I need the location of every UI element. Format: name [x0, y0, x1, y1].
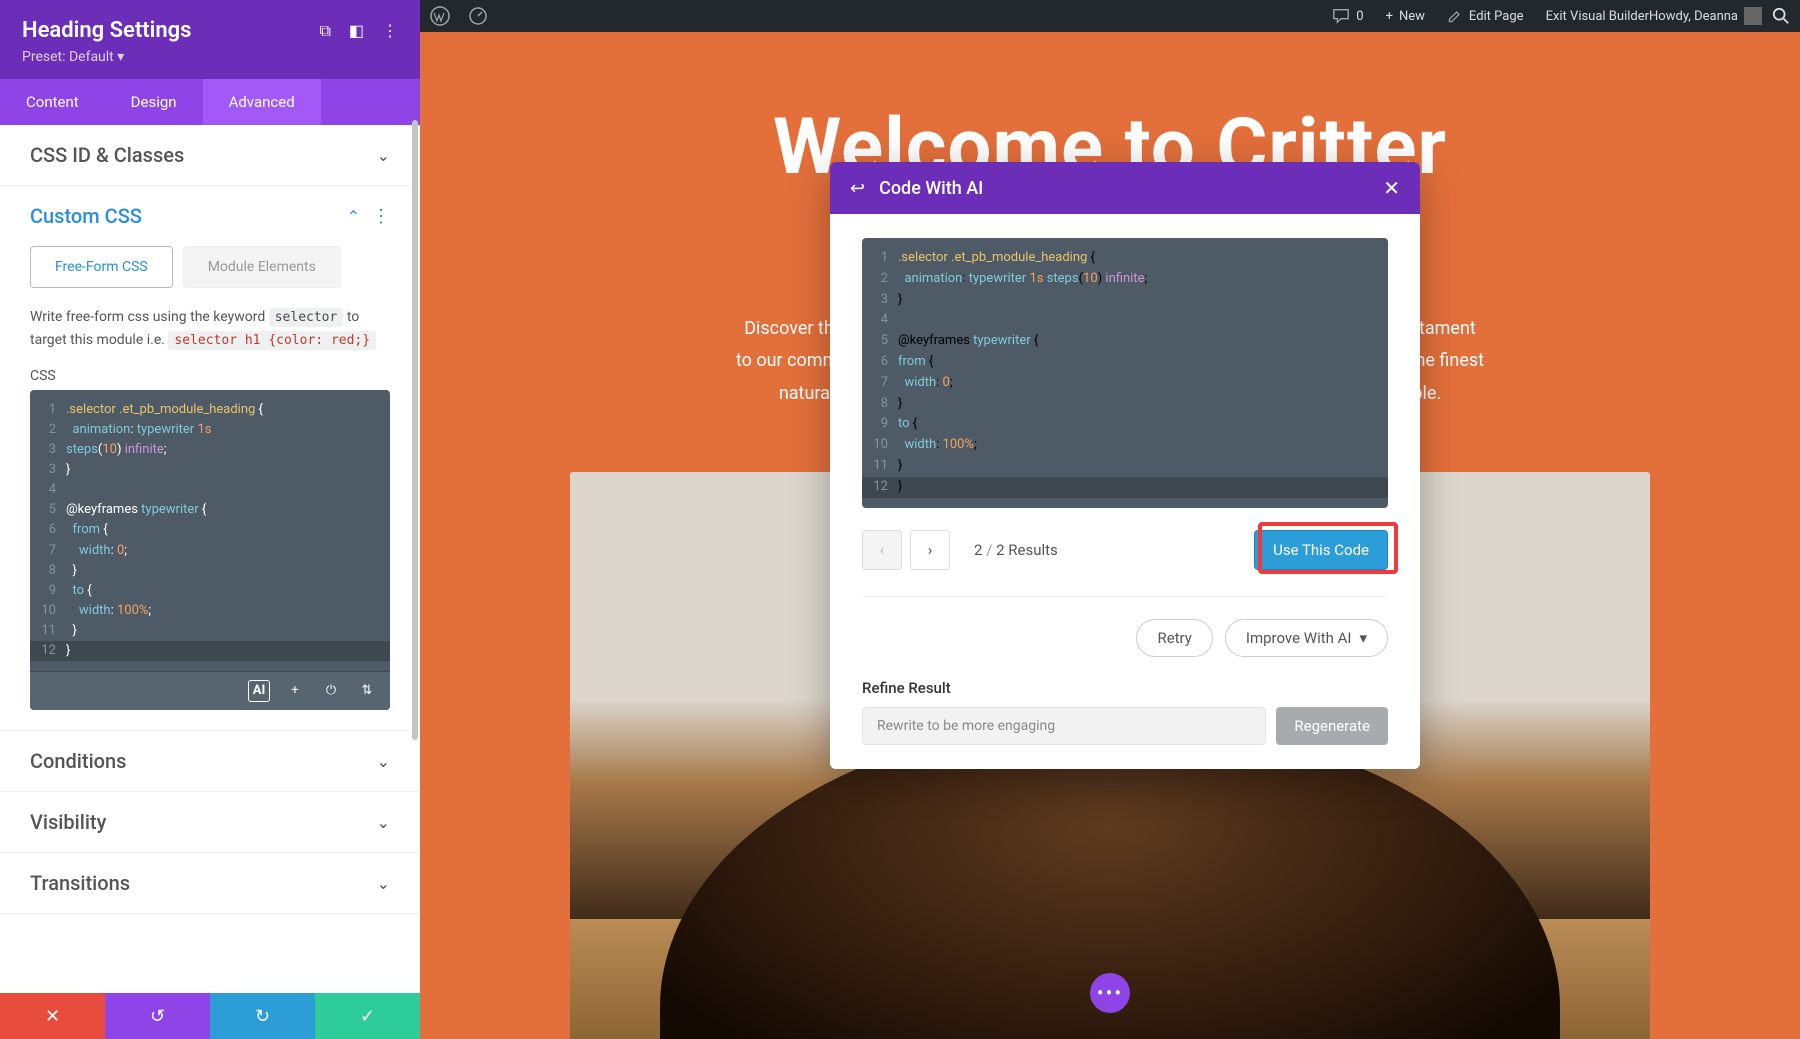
refine-input[interactable]	[862, 707, 1266, 745]
save-button[interactable]: ✓	[315, 993, 420, 1039]
wp-logo-icon[interactable]	[430, 6, 450, 26]
back-icon[interactable]: ↩	[850, 178, 865, 199]
tab-design[interactable]: Design	[105, 79, 203, 125]
search-icon[interactable]	[1772, 7, 1790, 25]
subtab-module[interactable]: Module Elements	[183, 246, 341, 288]
undo-button[interactable]: ↺	[105, 993, 210, 1039]
next-result-button[interactable]: ›	[910, 530, 950, 570]
result-count: 2 / 2 Results	[974, 541, 1058, 559]
section-conditions[interactable]: Conditions ⌄	[0, 731, 420, 791]
chevron-up-icon: ⌃	[347, 207, 360, 226]
preset-picker[interactable]: Preset: Default ▾	[22, 49, 398, 65]
dashboard-icon[interactable]	[468, 6, 488, 26]
ai-code-preview[interactable]: 1.selector .et_pb_module_heading { 2 ani…	[862, 238, 1388, 508]
chevron-down-icon: ⌄	[377, 813, 390, 832]
new-link[interactable]: +New	[1386, 9, 1425, 24]
ai-icon[interactable]: AI	[248, 680, 270, 702]
redo-button[interactable]: ↻	[210, 993, 315, 1039]
howdy-user[interactable]: Howdy, Deanna	[1649, 7, 1762, 25]
section-menu-icon[interactable]: ⋮	[372, 206, 390, 227]
edit-page-link[interactable]: Edit Page	[1447, 8, 1524, 24]
help-text: Write free-form css using the keyword se…	[30, 306, 390, 352]
chevron-down-icon: ⌄	[377, 874, 390, 893]
exit-builder-link[interactable]: Exit Visual Builder	[1546, 9, 1649, 24]
tab-advanced[interactable]: Advanced	[203, 79, 321, 125]
sidebar-footer: ✕ ↺ ↻ ✓	[0, 993, 420, 1039]
section-css-id[interactable]: CSS ID & Classes ⌄	[0, 125, 420, 185]
sidebar-header: Heading Settings ⧉ ◧ ⋮ Preset: Default ▾	[0, 0, 420, 79]
tab-content[interactable]: Content	[0, 79, 105, 125]
sidebar-scrollbar[interactable]	[412, 120, 418, 993]
editor-toolbar: AI + ⏻ ⇅	[30, 671, 390, 710]
css-code-editor[interactable]: 1.selector .et_pb_module_heading { 2 ani…	[30, 390, 390, 711]
dialog-header: ↩ Code With AI ✕	[830, 162, 1420, 214]
subtab-freeform[interactable]: Free-Form CSS	[30, 246, 173, 288]
dock-icon[interactable]: ◧	[349, 21, 364, 41]
sidebar-tabs: Content Design Advanced	[0, 79, 420, 125]
focus-icon[interactable]: ⧉	[319, 21, 330, 41]
sort-icon[interactable]: ⇅	[356, 680, 378, 702]
avatar	[1744, 7, 1762, 25]
close-icon[interactable]: ✕	[1383, 176, 1400, 200]
plus-icon: +	[1386, 9, 1393, 24]
section-custom-css[interactable]: Custom CSS ⌃ ⋮	[0, 186, 420, 246]
retry-button[interactable]: Retry	[1136, 619, 1212, 657]
more-icon[interactable]: ⋮	[382, 21, 398, 41]
settings-sidebar: Heading Settings ⧉ ◧ ⋮ Preset: Default ▾…	[0, 0, 420, 1039]
chevron-down-icon: ⌄	[377, 146, 390, 165]
page-fab-more[interactable]: •••	[1090, 973, 1130, 1013]
plus-icon[interactable]: +	[284, 680, 306, 702]
refine-label: Refine Result	[862, 679, 1388, 697]
sidebar-body: CSS ID & Classes ⌄ Custom CSS ⌃ ⋮ Free-F…	[0, 125, 420, 993]
improve-with-ai-button[interactable]: Improve With AI▾	[1225, 619, 1388, 657]
use-this-code-button[interactable]: Use This Code	[1254, 530, 1388, 570]
power-icon[interactable]: ⏻	[320, 680, 342, 702]
cancel-button[interactable]: ✕	[0, 993, 105, 1039]
comments-link[interactable]: 0	[1332, 7, 1363, 25]
sidebar-title: Heading Settings	[22, 18, 319, 43]
wp-admin-bar: 0 +New Edit Page Exit Visual Builder How…	[420, 0, 1800, 32]
css-field-label: CSS	[30, 368, 390, 384]
caret-down-icon: ▾	[1359, 629, 1367, 647]
prev-result-button[interactable]: ‹	[862, 530, 902, 570]
section-transitions[interactable]: Transitions ⌄	[0, 853, 420, 913]
section-visibility[interactable]: Visibility ⌄	[0, 792, 420, 852]
chevron-down-icon: ⌄	[377, 752, 390, 771]
regenerate-button[interactable]: Regenerate	[1276, 707, 1388, 745]
code-with-ai-dialog: ↩ Code With AI ✕ 1.selector .et_pb_modul…	[830, 162, 1420, 769]
